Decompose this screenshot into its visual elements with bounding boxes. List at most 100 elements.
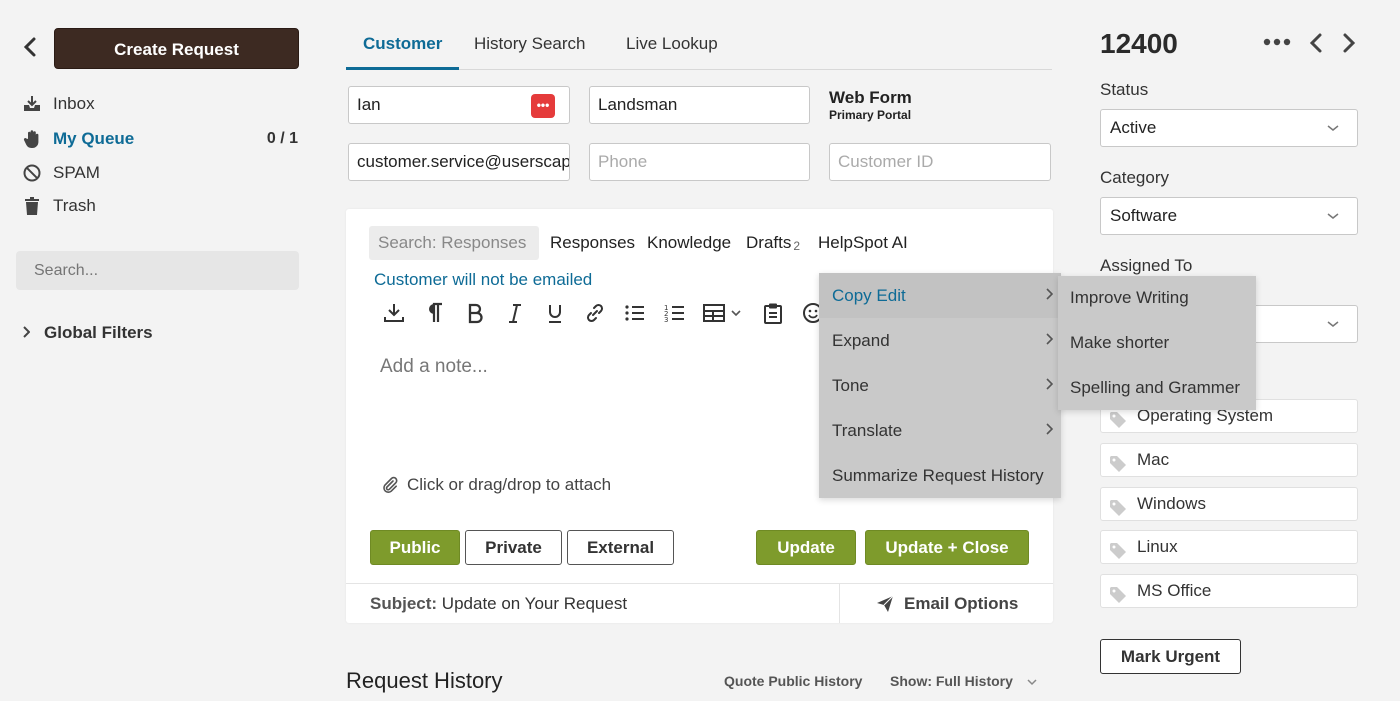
email-field[interactable]: customer.service@userscape.com	[348, 143, 570, 181]
tag-linux[interactable]: Linux	[1100, 530, 1358, 564]
global-filters-toggle[interactable]: Global Filters	[22, 323, 153, 343]
global-filters-label: Global Filters	[44, 323, 153, 342]
sidebar-item-trash[interactable]: Trash	[22, 193, 298, 219]
menu-item-label: Translate	[832, 421, 903, 440]
request-source-portal: Primary Portal	[829, 108, 912, 122]
sidebar-item-label: Trash	[53, 196, 96, 215]
last-name-field[interactable]: Landsman	[589, 86, 810, 124]
category-label: Category	[1100, 168, 1169, 187]
subject-value: Update on Your Request	[441, 594, 628, 613]
chevron-down-icon	[1027, 673, 1037, 689]
chevron-right-icon	[1045, 273, 1054, 318]
drafts-link[interactable]: Drafts 2	[746, 233, 800, 253]
tag-mac[interactable]: Mac	[1100, 443, 1358, 477]
responses-link[interactable]: Responses	[550, 233, 635, 253]
menu-item-tone[interactable]: Tone	[819, 363, 1061, 408]
link-icon[interactable]	[582, 300, 608, 326]
external-button[interactable]: External	[567, 530, 674, 565]
responses-search-input[interactable]: Search: Responses	[369, 226, 539, 260]
private-button[interactable]: Private	[465, 530, 562, 565]
sidebar-item-my-queue[interactable]: My Queue 0 / 1	[22, 126, 298, 152]
customer-id-field[interactable]: Customer ID	[829, 143, 1051, 181]
tag-icon	[1109, 539, 1127, 571]
table-icon[interactable]	[702, 300, 746, 326]
sidebar-item-label: Inbox	[53, 94, 95, 113]
chevron-right-icon	[22, 325, 31, 341]
status-select[interactable]: Active	[1100, 109, 1358, 147]
menu-item-summarize-history[interactable]: Summarize Request History	[819, 453, 1061, 498]
email-notice: Customer will not be emailed	[374, 270, 593, 289]
customer-tabs: Customer History Search Live Lookup	[346, 30, 1052, 70]
tag-label: MS Office	[1137, 581, 1212, 600]
tag-windows[interactable]: Windows	[1100, 487, 1358, 521]
category-select[interactable]: Software	[1100, 197, 1358, 235]
show-history-label: Show: Full History	[890, 673, 1013, 689]
svg-text:3: 3	[664, 316, 668, 324]
chevron-right-icon	[1045, 363, 1054, 408]
paperclip-icon	[383, 476, 398, 494]
public-button[interactable]: Public	[370, 530, 460, 565]
request-source: Web Form	[829, 88, 912, 107]
knowledge-link[interactable]: Knowledge	[647, 233, 731, 253]
download-icon[interactable]	[381, 300, 407, 326]
create-request-button[interactable]: Create Request	[54, 28, 299, 69]
previous-request-icon[interactable]	[1309, 32, 1323, 60]
paper-plane-icon	[877, 595, 894, 612]
submenu-item-make-shorter[interactable]: Make shorter	[1058, 321, 1256, 365]
sidebar-item-inbox[interactable]: Inbox	[22, 91, 298, 117]
request-history-title: Request History	[346, 668, 503, 693]
subject-label: Subject:	[370, 594, 438, 613]
password-manager-icon[interactable]: •••	[531, 94, 555, 118]
bold-icon[interactable]	[462, 300, 488, 326]
status-label: Status	[1100, 80, 1149, 99]
tab-customer[interactable]: Customer	[346, 30, 459, 70]
submenu-item-improve-writing[interactable]: Improve Writing	[1058, 276, 1256, 320]
quote-public-history-link[interactable]: Quote Public History	[724, 673, 862, 689]
sidebar-item-spam[interactable]: SPAM	[22, 160, 298, 186]
drafts-label: Drafts	[746, 233, 792, 252]
phone-field[interactable]: Phone	[589, 143, 810, 181]
first-name-field[interactable]: Ian •••	[348, 86, 570, 124]
sidebar-search-input[interactable]	[16, 251, 299, 290]
tab-live-lookup[interactable]: Live Lookup	[626, 30, 718, 70]
sidebar-item-label: My Queue	[53, 129, 135, 148]
chevron-down-icon	[1327, 110, 1339, 146]
tag-label: Windows	[1137, 494, 1206, 513]
clipboard-icon[interactable]	[760, 300, 786, 326]
attach-dropzone[interactable]: Click or drag/drop to attach	[381, 475, 611, 495]
drafts-count: 2	[793, 239, 801, 253]
sidebar-item-label: SPAM	[53, 163, 100, 182]
tag-ms-office[interactable]: MS Office	[1100, 574, 1358, 608]
subject-line[interactable]: Subject: Update on Your Request	[370, 594, 627, 614]
tag-icon	[1109, 583, 1127, 615]
email-options-button[interactable]: Email Options	[876, 594, 1018, 614]
tag-icon	[1109, 496, 1127, 528]
submenu-item-spelling-grammar[interactable]: Spelling and Grammer	[1058, 366, 1256, 410]
menu-item-copy-edit[interactable]: Copy Edit	[819, 273, 1061, 318]
underline-icon[interactable]	[542, 300, 568, 326]
menu-item-expand[interactable]: Expand	[819, 318, 1061, 363]
update-button[interactable]: Update	[756, 530, 856, 565]
more-options-icon[interactable]	[1262, 32, 1292, 58]
show-history-select[interactable]: Show: Full History	[890, 673, 1037, 689]
chevron-down-icon	[1327, 198, 1339, 234]
paragraph-icon[interactable]	[422, 300, 448, 326]
tag-icon	[1109, 408, 1127, 440]
back-icon[interactable]	[22, 36, 44, 60]
note-textarea[interactable]: Add a note...	[380, 356, 488, 378]
next-request-icon[interactable]	[1342, 32, 1356, 60]
hand-icon	[22, 129, 42, 149]
helpspot-ai-link[interactable]: HelpSpot AI	[818, 233, 908, 253]
italic-icon[interactable]	[502, 300, 528, 326]
numbered-list-icon[interactable]: 123	[662, 300, 688, 326]
menu-item-translate[interactable]: Translate	[819, 408, 1061, 453]
update-close-button[interactable]: Update + Close	[865, 530, 1029, 565]
mark-urgent-button[interactable]: Mark Urgent	[1100, 639, 1241, 674]
tag-icon	[1109, 452, 1127, 484]
email-options-label: Email Options	[904, 594, 1019, 613]
block-icon	[22, 163, 42, 183]
ai-context-menu: Copy Edit Expand Tone Translate Summariz…	[819, 273, 1061, 498]
tab-history-search[interactable]: History Search	[474, 30, 585, 70]
bullet-list-icon[interactable]	[622, 300, 648, 326]
menu-item-label: Copy Edit	[832, 286, 906, 305]
